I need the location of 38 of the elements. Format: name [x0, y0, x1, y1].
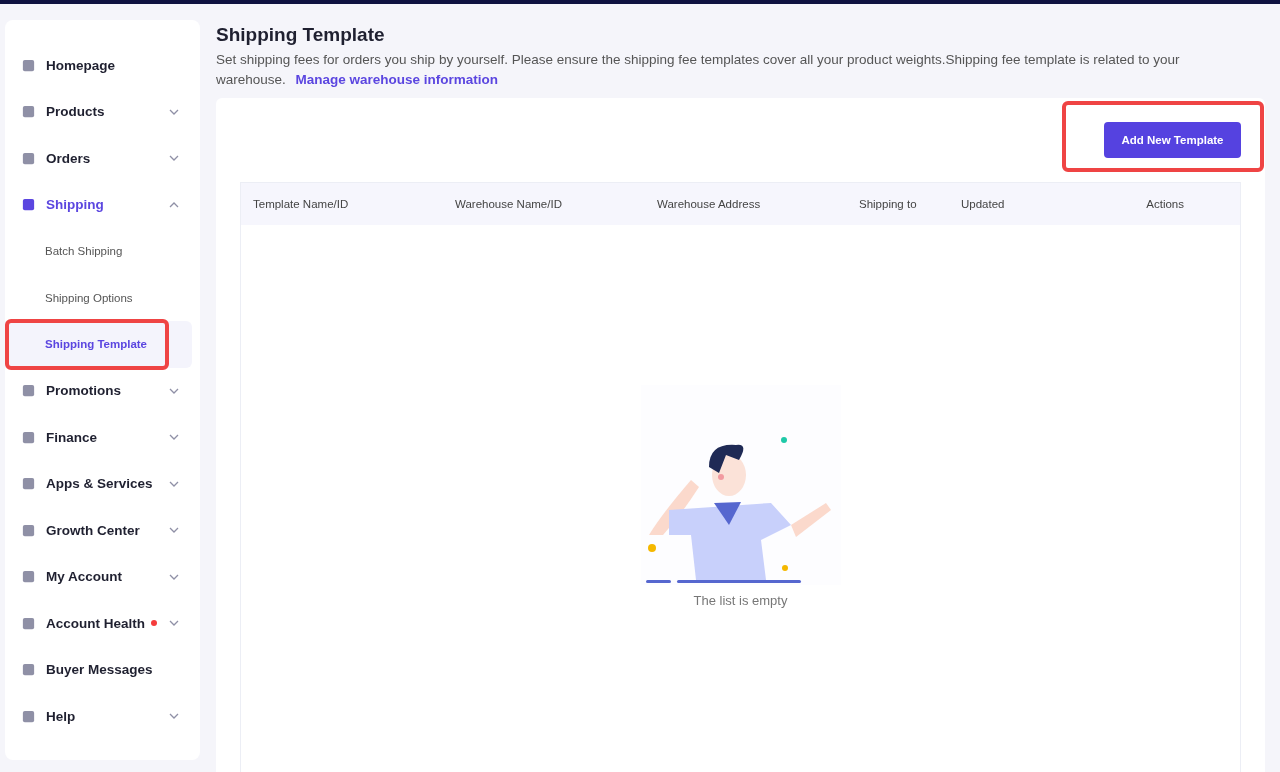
- nav-icon: [21, 476, 36, 492]
- page-description: Set shipping fees for orders you ship by yourself. Please ensure the shipping fee templates cover all your product weights.Shipping fee template is related to your warehouse. Manage warehouse information: [216, 51, 1181, 89]
- nav-icon: [21, 569, 36, 585]
- nav-icon: [21, 104, 36, 120]
- nav-icon: [21, 197, 36, 213]
- nav-item[interactable]: Products: [5, 88, 200, 135]
- empty-message: The list is empty: [693, 593, 788, 608]
- nav-item[interactable]: My Account: [5, 553, 200, 600]
- column-header: Updated: [961, 198, 1006, 210]
- column-header: Shipping to: [859, 198, 918, 210]
- nav-item[interactable]: Buyer Messages: [5, 646, 200, 693]
- column-header: Warehouse Address: [657, 198, 762, 210]
- nav-icon: [21, 708, 36, 724]
- nav-icon: [21, 383, 36, 399]
- nav-icon: [21, 615, 36, 631]
- column-header: Warehouse Name/ID: [455, 198, 563, 210]
- column-header: Actions: [1145, 198, 1185, 210]
- nav-item[interactable]: Orders: [5, 135, 200, 182]
- nav-item[interactable]: Promotions: [5, 367, 200, 414]
- manage-warehouse-link[interactable]: Manage warehouse information: [295, 72, 499, 87]
- nav-icon: [21, 57, 36, 73]
- nav-icon: [21, 662, 36, 678]
- column-header: Template Name/ID: [253, 198, 350, 210]
- nav-item[interactable]: Apps & Services: [5, 460, 200, 507]
- nav-icon: [21, 522, 36, 538]
- add-template-button[interactable]: Add New Template: [1104, 122, 1241, 158]
- page-title: Shipping Template: [216, 24, 386, 46]
- nav-icon: [21, 150, 36, 166]
- nav-item[interactable]: Account Health: [5, 600, 200, 647]
- nav-item[interactable]: Finance: [5, 414, 200, 461]
- nav-item[interactable]: Homepage: [5, 42, 200, 89]
- sub-nav-item[interactable]: Batch Shipping: [5, 228, 192, 275]
- nav-item[interactable]: Shipping: [5, 181, 200, 228]
- nav-item[interactable]: Growth Center: [5, 507, 200, 554]
- sub-nav-item[interactable]: Shipping Template: [5, 321, 192, 368]
- nav-item[interactable]: Help: [5, 693, 200, 740]
- sub-nav-item[interactable]: Shipping Options: [5, 274, 192, 321]
- nav-icon: [21, 429, 36, 445]
